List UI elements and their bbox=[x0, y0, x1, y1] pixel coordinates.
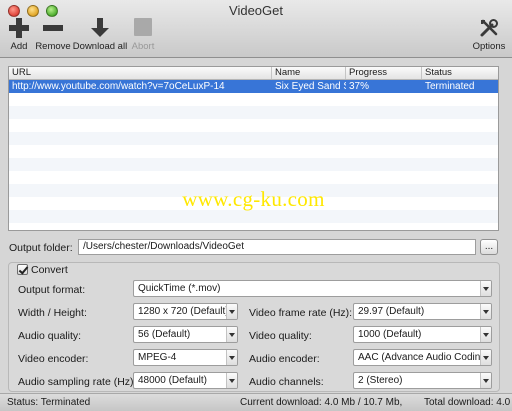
options-button[interactable]: Options bbox=[470, 18, 508, 52]
column-header-url[interactable]: URL bbox=[9, 67, 272, 79]
watermark: www.cg-ku.com bbox=[182, 187, 325, 211]
chevron-down-icon bbox=[480, 304, 491, 319]
row-progress: 37% bbox=[349, 81, 370, 92]
chevron-down-icon bbox=[226, 350, 237, 365]
channels-label: Audio channels: bbox=[249, 376, 324, 388]
chevron-down-icon bbox=[480, 373, 491, 388]
chevron-down-icon bbox=[226, 373, 237, 388]
stop-icon bbox=[134, 18, 152, 36]
plus-icon bbox=[9, 18, 29, 38]
chevron-down-icon bbox=[226, 327, 237, 342]
audio-encoder-label: Audio encoder: bbox=[249, 353, 320, 365]
empty-row bbox=[9, 93, 498, 106]
video-quality-value: 1000 (Default) bbox=[358, 329, 422, 340]
output-format-value: QuickTime (*.mov) bbox=[138, 283, 221, 294]
remove-label: Remove bbox=[35, 41, 71, 52]
empty-row bbox=[9, 119, 498, 132]
empty-row bbox=[9, 106, 498, 119]
frame-rate-select[interactable]: 29.97 (Default) bbox=[353, 303, 492, 320]
audio-quality-select[interactable]: 56 (Default) bbox=[133, 326, 238, 343]
sampling-rate-value: 48000 (Default) bbox=[138, 375, 207, 386]
audio-quality-label: Audio quality: bbox=[18, 330, 82, 342]
abort-button[interactable]: Abort bbox=[129, 18, 157, 52]
width-height-label: Width / Height: bbox=[18, 307, 87, 319]
chevron-down-icon bbox=[226, 304, 237, 319]
column-header-progress[interactable]: Progress bbox=[346, 67, 422, 79]
download-all-button[interactable]: Download all bbox=[72, 18, 128, 52]
abort-label: Abort bbox=[131, 41, 155, 52]
add-label: Add bbox=[10, 41, 28, 52]
table-row[interactable]: http://www.youtube.com/watch?v=7oCeLuxP-… bbox=[9, 80, 498, 93]
channels-select[interactable]: 2 (Stereo) bbox=[353, 372, 492, 389]
window-title: VideoGet bbox=[229, 3, 283, 18]
chevron-down-icon bbox=[480, 327, 491, 342]
current-download-text: Current download: 4.0 Mb / 10.7 Mb, bbox=[240, 397, 403, 408]
width-height-value: 1280 x 720 (Default) bbox=[138, 306, 229, 317]
output-format-select[interactable]: QuickTime (*.mov) bbox=[133, 280, 492, 297]
empty-row bbox=[9, 158, 498, 171]
table-header: URL Name Progress Status bbox=[9, 67, 498, 80]
audio-encoder-select[interactable]: AAC (Advance Audio Coding) bbox=[353, 349, 492, 366]
audio-quality-value: 56 (Default) bbox=[138, 329, 191, 340]
row-status: Terminated bbox=[425, 81, 475, 92]
downloads-table[interactable]: URL Name Progress Status http://www.yout… bbox=[8, 66, 499, 231]
browse-folder-button[interactable]: ... bbox=[480, 239, 498, 255]
frame-rate-label: Video frame rate (Hz): bbox=[249, 307, 353, 319]
sampling-rate-label: Audio sampling rate (Hz): bbox=[18, 376, 137, 388]
empty-row bbox=[9, 171, 498, 184]
video-encoder-select[interactable]: MPEG-4 bbox=[133, 349, 238, 366]
chevron-down-icon bbox=[480, 281, 491, 296]
total-download-text: Total download: 4.0 Mb bbox=[424, 397, 511, 408]
status-text: Status: Terminated bbox=[7, 397, 91, 408]
output-folder-field[interactable]: /Users/chester/Downloads/VideoGet bbox=[78, 239, 476, 255]
title-toolbar: VideoGet Add Remove Download all Abort O… bbox=[0, 0, 512, 58]
convert-label: Convert bbox=[31, 264, 68, 276]
tools-icon bbox=[479, 18, 499, 38]
add-button[interactable]: Add bbox=[6, 18, 32, 52]
status-bar: Status: Terminated Current download: 4.0… bbox=[0, 393, 512, 411]
video-encoder-value: MPEG-4 bbox=[138, 352, 177, 363]
video-quality-select[interactable]: 1000 (Default) bbox=[353, 326, 492, 343]
frame-rate-value: 29.97 (Default) bbox=[358, 306, 425, 317]
column-header-status[interactable]: Status bbox=[422, 67, 498, 79]
convert-checkbox[interactable] bbox=[17, 264, 28, 275]
video-encoder-label: Video encoder: bbox=[18, 353, 89, 365]
minus-icon bbox=[43, 18, 63, 38]
empty-row bbox=[9, 145, 498, 158]
output-folder-label: Output folder: bbox=[9, 242, 73, 254]
empty-row bbox=[9, 132, 498, 145]
remove-button[interactable]: Remove bbox=[34, 18, 72, 52]
width-height-select[interactable]: 1280 x 720 (Default) bbox=[133, 303, 238, 320]
download-all-label: Download all bbox=[72, 41, 128, 52]
audio-encoder-value: AAC (Advance Audio Coding) bbox=[358, 352, 490, 363]
video-quality-label: Video quality: bbox=[249, 330, 312, 342]
sampling-rate-select[interactable]: 48000 (Default) bbox=[133, 372, 238, 389]
channels-value: 2 (Stereo) bbox=[358, 375, 403, 386]
output-format-label: Output format: bbox=[18, 284, 86, 296]
download-arrow-icon bbox=[90, 18, 110, 38]
chevron-down-icon bbox=[480, 350, 491, 365]
options-label: Options bbox=[472, 41, 506, 52]
row-name: Six Eyed Sand Spi bbox=[275, 81, 346, 92]
column-header-name[interactable]: Name bbox=[272, 67, 346, 79]
row-url: http://www.youtube.com/watch?v=7oCeLuxP-… bbox=[12, 81, 225, 92]
